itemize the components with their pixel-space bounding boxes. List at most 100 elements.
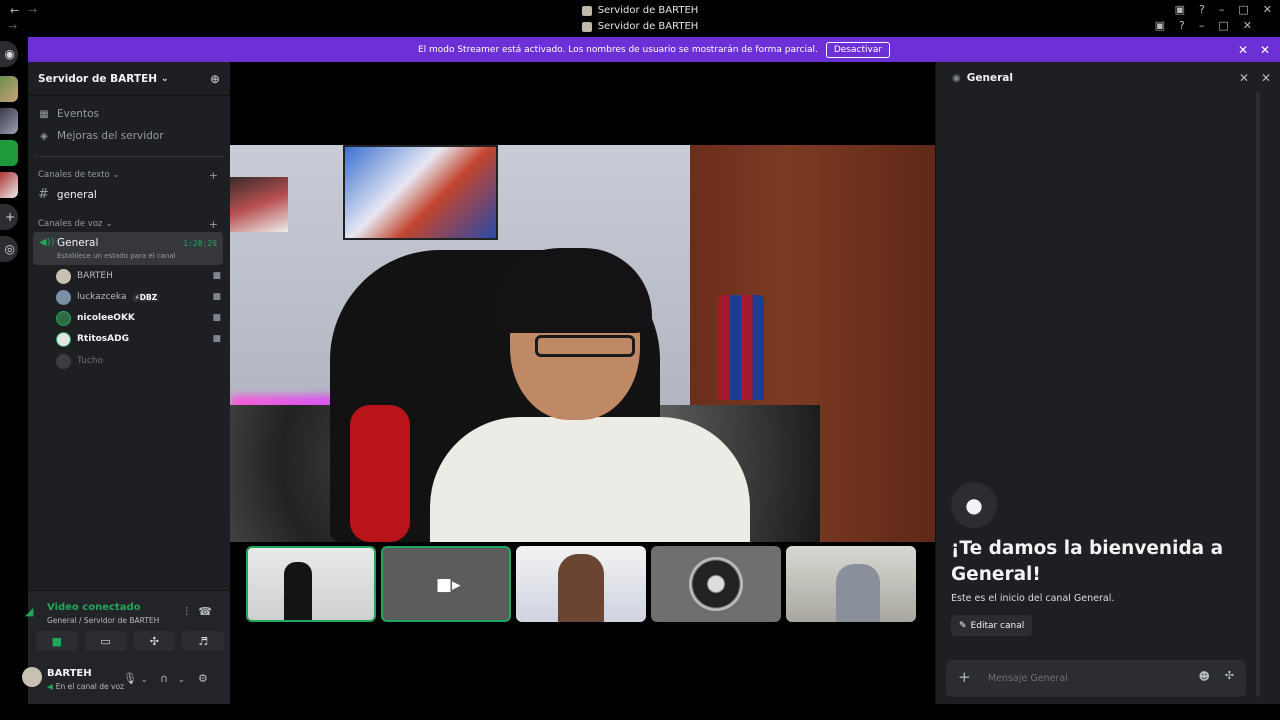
avatar bbox=[56, 289, 71, 305]
window-controls: ▣ ? – □ ✕ bbox=[1175, 3, 1272, 16]
participant-tile[interactable] bbox=[246, 546, 376, 622]
window-title-2: Servidor de BARTEH bbox=[597, 21, 699, 32]
chat-bubble-icon-large: ● bbox=[951, 482, 997, 528]
disconnect-icon[interactable]: ☎ bbox=[198, 605, 212, 618]
category-text-channels[interactable]: Canales de texto ⌄ + bbox=[38, 169, 218, 182]
discover-icon[interactable]: ◎ bbox=[0, 236, 18, 262]
video-camera-icon: ■▸ bbox=[436, 575, 461, 595]
inbox-icon[interactable]: ▣ bbox=[1175, 3, 1185, 16]
window-title-row: Servidor de BARTEH bbox=[0, 2, 1280, 19]
activities-button[interactable]: ✣ bbox=[133, 631, 176, 651]
close-icon-2[interactable]: ✕ bbox=[1261, 71, 1271, 85]
events-item[interactable]: ▦ Eventos bbox=[38, 108, 99, 120]
voice-user-name: BARTEH bbox=[77, 271, 113, 281]
participant-figure bbox=[836, 564, 880, 622]
add-channel-icon[interactable]: + bbox=[209, 169, 218, 182]
video-stage: ■▸ bbox=[230, 62, 935, 704]
microphone-icon[interactable]: 🎙 bbox=[123, 672, 137, 685]
avatar bbox=[56, 331, 71, 347]
window-controls-2: ▣ ? – □ ✕ bbox=[1155, 19, 1252, 32]
message-input[interactable] bbox=[988, 669, 1188, 687]
banner-close-icon[interactable]: ✕ bbox=[1238, 43, 1248, 57]
add-server-icon[interactable]: + bbox=[0, 204, 18, 230]
maximize-icon[interactable]: □ bbox=[1238, 3, 1248, 16]
calendar-icon: ▦ bbox=[39, 108, 49, 120]
camera-toggle-button[interactable]: ■ bbox=[36, 631, 78, 651]
server-name: Servidor de BARTEH bbox=[38, 72, 158, 85]
discord-home-icon[interactable]: ◉ bbox=[0, 41, 18, 67]
inbox-icon-2[interactable]: ▣ bbox=[1155, 19, 1165, 32]
add-voice-channel-icon[interactable]: + bbox=[209, 218, 218, 231]
chevron-down-icon[interactable]: ⌄ bbox=[178, 675, 185, 684]
voice-status-icon: ◀ bbox=[47, 682, 53, 691]
chevron-down-icon: ⌄ bbox=[105, 219, 113, 229]
avatar[interactable] bbox=[22, 667, 42, 687]
voice-user[interactable]: BARTEH ■ bbox=[56, 267, 221, 285]
deactivate-button[interactable]: Desactivar bbox=[825, 41, 891, 58]
participant-tile[interactable]: ■▸ bbox=[381, 546, 511, 622]
rtc-buttons: ■ ▭ ✣ ♬ bbox=[36, 631, 224, 651]
participant-tile[interactable] bbox=[786, 546, 916, 622]
add-attachment-icon[interactable]: + bbox=[958, 668, 971, 686]
edit-channel-button[interactable]: ✎ Editar canal bbox=[951, 615, 1033, 636]
video-person-body bbox=[430, 417, 750, 542]
user-name[interactable]: BARTEH bbox=[47, 668, 92, 679]
voice-user[interactable]: luckazceka ⚡DBZ ■ bbox=[56, 288, 221, 306]
close-icon[interactable]: ✕ bbox=[1239, 71, 1249, 85]
category-voice-channels[interactable]: Canales de voz ⌄ + bbox=[38, 218, 218, 231]
streamer-mode-banner: El modo Streamer está activado. Los nomb… bbox=[28, 37, 1280, 62]
apps-icon[interactable]: ✣ bbox=[1225, 669, 1234, 682]
banner-close-icon-2[interactable]: ✕ bbox=[1260, 43, 1270, 57]
voice-channel-general[interactable]: ◀)) General 1:28:29 Establece un estado … bbox=[33, 232, 223, 265]
rtc-title[interactable]: Video conectado bbox=[47, 602, 140, 613]
chevron-down-icon: ⌄ bbox=[112, 170, 120, 180]
participant-figure bbox=[558, 554, 604, 622]
channel-general-text[interactable]: # general bbox=[38, 187, 97, 202]
close-icon-2[interactable]: ✕ bbox=[1243, 19, 1252, 32]
participant-tile[interactable] bbox=[651, 546, 781, 622]
signal-icon[interactable]: ◢ bbox=[25, 605, 33, 618]
participant-tile[interactable] bbox=[516, 546, 646, 622]
server-header[interactable]: Servidor de BARTEH ⌄ ⊕ bbox=[28, 62, 230, 96]
help-icon[interactable]: ? bbox=[1199, 3, 1205, 16]
voice-user[interactable]: nicoleeOKK ■ bbox=[56, 309, 221, 327]
server-icon-a[interactable] bbox=[0, 76, 18, 102]
minimize-icon[interactable]: – bbox=[1219, 3, 1225, 16]
boost-icon: ◈ bbox=[40, 130, 48, 142]
server-icon-c[interactable] bbox=[0, 140, 18, 166]
user-badge: ⚡DBZ bbox=[131, 292, 161, 302]
sidebar-divider bbox=[34, 156, 224, 157]
invite-user-icon[interactable]: ⊕ bbox=[210, 72, 220, 86]
screen-share-button[interactable]: ▭ bbox=[84, 631, 127, 651]
video-chair-accent bbox=[350, 405, 410, 542]
window-title-row-2: Servidor de BARTEH bbox=[0, 18, 1280, 35]
server-boosts-item[interactable]: ◈ Mejoras del servidor bbox=[38, 130, 163, 142]
channel-status-placeholder[interactable]: Establece un estado para el canal bbox=[57, 252, 176, 260]
voice-user[interactable]: Tucho bbox=[56, 352, 221, 370]
server-icon-d[interactable] bbox=[0, 172, 18, 198]
close-icon[interactable]: ✕ bbox=[1263, 3, 1272, 16]
chevron-down-icon[interactable]: ⌄ bbox=[141, 675, 148, 684]
emoji-icon[interactable]: ☻ bbox=[1199, 670, 1210, 683]
category-label: Canales de texto bbox=[38, 170, 110, 180]
camera-icon: ■ bbox=[212, 292, 221, 302]
help-icon-2[interactable]: ? bbox=[1179, 19, 1185, 32]
window-title: Servidor de BARTEH bbox=[597, 5, 699, 16]
headphones-icon[interactable]: ∩ bbox=[160, 672, 168, 685]
chat-scrollbar[interactable] bbox=[1256, 92, 1260, 697]
voice-user[interactable]: RtitosADG ■ bbox=[56, 330, 221, 348]
settings-gear-icon[interactable]: ⚙ bbox=[198, 672, 208, 685]
chat-panel: ◉ General ✕ ✕ ● ¡Te damos la bienvenida … bbox=[935, 62, 1280, 704]
video-poster-2 bbox=[230, 177, 288, 232]
maximize-icon-2[interactable]: □ bbox=[1218, 19, 1228, 32]
speaker-icon: ◀)) bbox=[39, 237, 55, 248]
soundboard-button[interactable]: ♬ bbox=[182, 631, 224, 651]
main-video-tile[interactable] bbox=[230, 145, 935, 542]
minimize-icon-2[interactable]: – bbox=[1199, 19, 1205, 32]
rtc-connection-panel: ◢ Video conectado General / Servidor de … bbox=[25, 590, 230, 656]
welcome-title: ¡Te damos la bienvenida a General! bbox=[951, 538, 1224, 585]
video-person-glasses bbox=[535, 335, 635, 357]
server-icon-b[interactable] bbox=[0, 108, 18, 134]
noise-suppression-icon[interactable]: ⫶ bbox=[185, 605, 188, 619]
voice-user-name: nicoleeOKK bbox=[77, 313, 135, 323]
